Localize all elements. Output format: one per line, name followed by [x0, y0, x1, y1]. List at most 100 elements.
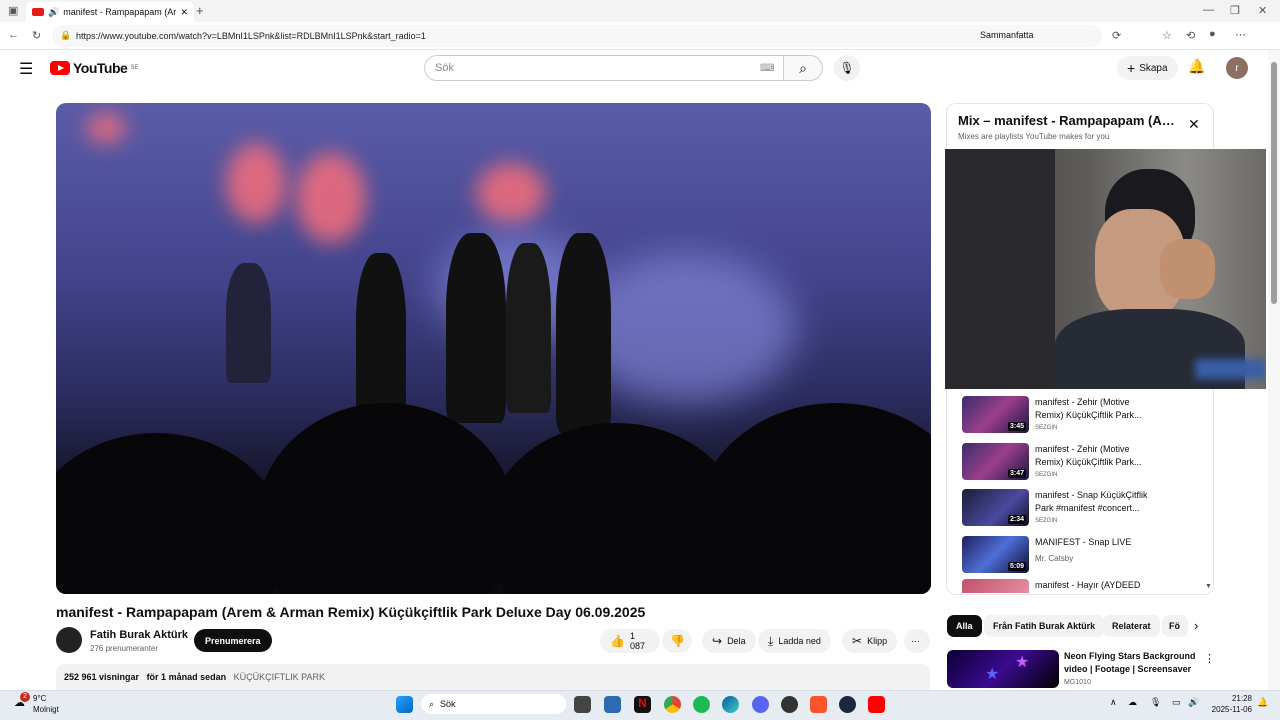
chip-related[interactable]: Relaterat [1103, 615, 1160, 637]
time: 21:28 [1231, 694, 1252, 703]
maximize-icon[interactable]: ❐ [1230, 4, 1240, 17]
clip-button[interactable]: ✂ Klipp [842, 629, 898, 653]
netflix-icon[interactable]: N [634, 696, 651, 713]
chip-all[interactable]: Alla [947, 615, 982, 637]
duration-badge: 3:45 [1007, 422, 1026, 431]
cloud-icon[interactable]: ☁ [1128, 697, 1137, 708]
volume-icon[interactable]: 🔊 [1188, 697, 1199, 708]
taskbar-search[interactable]: ⌕ Sök [421, 694, 566, 714]
chrome-icon[interactable] [664, 696, 681, 713]
playlist-item[interactable]: 5:09 MANIFEST - Snap LIVE Mr. Catsby [962, 536, 1202, 576]
youtube-app-icon[interactable] [868, 696, 885, 713]
close-window-icon[interactable]: ✕ [1258, 4, 1267, 17]
playlist-item[interactable]: 2:34 manifest - Snap KüçükÇitflik Park #… [962, 489, 1202, 529]
chevron-right-icon[interactable]: › [1194, 618, 1198, 633]
favorites-icon[interactable]: ☆ [1162, 29, 1172, 42]
download-button[interactable]: ⤓ Ladda ned [758, 629, 831, 653]
channel-avatar[interactable] [56, 627, 82, 653]
back-icon[interactable]: ← [8, 29, 19, 41]
video-player[interactable] [56, 103, 931, 594]
more-options-icon[interactable]: ⋮ [1204, 652, 1215, 665]
playlist-item[interactable]: 3:47 manifest - Zehir (Motive Remix) Küç… [962, 443, 1202, 483]
notifications-icon[interactable]: 🔔 [1257, 697, 1268, 708]
close-tab-icon[interactable]: ✕ [180, 7, 188, 18]
brave-icon[interactable] [810, 696, 827, 713]
channel-name[interactable]: Fatih Burak Aktürk [90, 629, 188, 641]
voice-search-button[interactable]: 🎙 [834, 55, 860, 81]
like-button[interactable]: 👍 1 087 [600, 629, 660, 653]
tray-chevron-icon[interactable]: ∧ [1110, 697, 1117, 708]
item-thumbnail: 5:09 [962, 536, 1029, 573]
minimize-icon[interactable]: — [1203, 4, 1214, 16]
youtube-logo[interactable]: YouTube SE [50, 60, 138, 76]
playlist-item[interactable]: 3:45 manifest - Zehir (Motive Remix) Küç… [962, 396, 1202, 436]
windows-start-icon[interactable] [396, 696, 413, 713]
edge-icon[interactable] [722, 696, 739, 713]
address-bar[interactable]: 🔒 https://www.youtube.com/watch?v=LBMnI1… [52, 25, 1102, 47]
more-menu-icon[interactable]: ⋯ [1235, 28, 1246, 41]
new-tab-icon[interactable]: + [196, 3, 204, 18]
performer [356, 253, 406, 423]
search-input[interactable]: Sök [424, 55, 784, 81]
history-icon[interactable]: ⟲ [1186, 29, 1195, 42]
recommendation-thumbnail[interactable]: ★ ★ [947, 650, 1059, 688]
hand [1160, 239, 1215, 299]
scroll-down-icon[interactable]: ▼ [1205, 583, 1212, 590]
app-icon[interactable] [781, 696, 798, 713]
create-button[interactable]: + Skapa [1117, 56, 1178, 80]
scissors-icon: ✂ [852, 634, 863, 648]
playlist-item[interactable]: manifest - Hayır (AYDEED [962, 579, 1202, 593]
file-explorer-icon[interactable] [604, 696, 621, 713]
item-thumbnail: 3:47 [962, 443, 1029, 480]
keyboard-icon[interactable]: ⌨ [760, 63, 774, 74]
page-scrollbar[interactable] [1268, 50, 1280, 690]
avatar[interactable]: r [1226, 57, 1248, 79]
tab-actions-icon[interactable]: ▣ [8, 4, 18, 17]
clock[interactable]: 21:28 2025-11-06 [1208, 693, 1252, 715]
crowd [256, 403, 516, 594]
more-icon: ⋯ [911, 635, 920, 646]
more-actions-button[interactable]: ⋯ [904, 629, 930, 653]
download-label: Ladda ned [778, 636, 821, 646]
subscribe-button[interactable]: Prenumerera [194, 629, 272, 652]
mic-tray-icon[interactable]: 🎙 [1150, 697, 1161, 708]
item-title: manifest - Zehir (Motive Remix) KüçükÇif… [1035, 444, 1142, 467]
reload-icon[interactable]: ↻ [32, 29, 41, 42]
recommendation-title[interactable]: Neon Flying Stars Background video | Foo… [1064, 650, 1199, 676]
chip-from-channel[interactable]: Från Fatih Burak Aktürk [984, 615, 1105, 637]
lock-icon: 🔒 [60, 30, 72, 40]
spotify-icon[interactable] [693, 696, 710, 713]
mic-icon: 🎙 [839, 61, 855, 75]
duration-badge: 2:34 [1007, 515, 1026, 524]
speaker-icon[interactable]: 🔊 [48, 7, 59, 18]
steam-icon[interactable] [839, 696, 856, 713]
scrollbar-thumb[interactable] [1271, 62, 1277, 304]
extensions-icon[interactable]: ⟳ [1112, 29, 1121, 42]
menu-icon[interactable]: ☰ [19, 59, 33, 79]
notifications-bell-icon[interactable]: 🔔 [1188, 58, 1205, 75]
temperature: 9°C [33, 694, 47, 703]
description-box[interactable]: 252 961 visningar för 1 månad sedan KÜÇÜ… [56, 664, 930, 690]
network-icon[interactable]: ▭ [1172, 697, 1181, 708]
webcam-overlay [945, 149, 1266, 389]
stage-light [476, 163, 546, 223]
star-icon: ★ [1015, 654, 1030, 671]
dislike-button[interactable]: 👎 [662, 629, 692, 653]
performer [446, 233, 506, 423]
search-button[interactable]: ⌕ [783, 55, 823, 81]
chip-more[interactable]: Fö [1162, 615, 1188, 637]
discord-icon[interactable] [752, 696, 769, 713]
view-count: 252 961 visningar [64, 672, 140, 682]
summarize-button[interactable]: Sammanfatta [980, 30, 1034, 40]
share-label: Dela [727, 636, 746, 646]
search-icon: ⌕ [799, 59, 807, 76]
share-button[interactable]: ↪ Dela [702, 629, 756, 653]
close-icon[interactable]: ✕ [1188, 116, 1200, 133]
duration-badge: 3:47 [1007, 469, 1026, 478]
weather-widget[interactable]: 9°C Molnigt [33, 693, 59, 715]
task-view-icon[interactable] [574, 696, 591, 713]
profile-icon[interactable]: ● [1209, 28, 1216, 40]
location-tag[interactable]: KÜÇÜKÇIFTLIK PARK [234, 672, 325, 682]
browser-tab[interactable]: 🔊 manifest - Rampapapam (Are ✕ [26, 2, 194, 22]
playlist-title: Mix – manifest - Rampapapam (Arem & Arma… [958, 113, 1178, 128]
